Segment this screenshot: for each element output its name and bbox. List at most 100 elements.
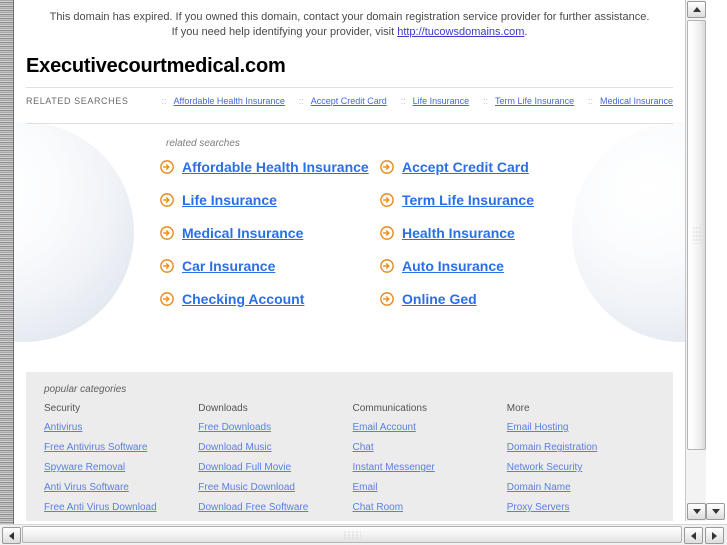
category-link[interactable]: Anti Virus Software xyxy=(44,482,198,493)
related-search-link-1[interactable]: Accept Credit Card xyxy=(402,159,529,175)
popular-categories-section: popular categories Security Antivirus Fr… xyxy=(26,372,673,521)
category-column-communications: Communications Email Account Chat Instan… xyxy=(353,403,507,513)
related-searches-grid: Affordable Health Insurance Accept Credi… xyxy=(160,159,665,307)
related-search-item[interactable]: Life Insurance xyxy=(160,192,380,208)
outer-scroll-down-button[interactable] xyxy=(706,503,725,520)
related-search-link-9[interactable]: Online Ged xyxy=(402,291,477,307)
related-search-item[interactable]: Health Insurance xyxy=(380,225,665,241)
triangle-right-icon xyxy=(712,531,717,540)
related-search-item[interactable]: Checking Account xyxy=(160,291,380,307)
scroll-down-button[interactable] xyxy=(687,503,706,520)
bar-entry: :: Medical Insurance xyxy=(581,96,673,106)
circle-arrow-right-icon xyxy=(380,160,394,174)
related-bar-link-3[interactable]: Term Life Insurance xyxy=(495,96,574,106)
related-search-item[interactable]: Car Insurance xyxy=(160,258,380,274)
triangle-down-icon xyxy=(711,509,720,514)
domain-expired-notice: This domain has expired. If you owned th… xyxy=(14,0,685,44)
bar-separator-icon: :: xyxy=(587,96,593,106)
category-column-security: Security Antivirus Free Antivirus Softwa… xyxy=(44,403,198,513)
category-link[interactable]: Free Downloads xyxy=(198,422,352,433)
circle-arrow-right-icon xyxy=(380,259,394,273)
related-search-link-8[interactable]: Checking Account xyxy=(182,291,304,307)
horizontal-scrollbar[interactable] xyxy=(0,524,727,545)
related-bar-link-0[interactable]: Affordable Health Insurance xyxy=(173,96,284,106)
category-link[interactable]: Free Anti Virus Download xyxy=(44,502,198,513)
scrollbar-grip-icon xyxy=(692,226,701,244)
category-heading: Security xyxy=(44,403,81,414)
category-link[interactable]: Antivirus xyxy=(44,422,198,433)
horizontal-scrollbar-thumb[interactable] xyxy=(22,526,682,543)
related-search-link-0[interactable]: Affordable Health Insurance xyxy=(182,159,369,175)
scroll-right-button[interactable] xyxy=(705,527,724,544)
triangle-left-icon xyxy=(9,531,14,540)
related-search-link-7[interactable]: Auto Insurance xyxy=(402,258,504,274)
scroll-left-button[interactable] xyxy=(2,527,21,544)
browser-window: This domain has expired. If you owned th… xyxy=(0,0,727,545)
category-link[interactable]: Spyware Removal xyxy=(44,462,198,473)
circle-arrow-right-icon xyxy=(380,193,394,207)
category-link[interactable]: Email xyxy=(353,482,507,493)
related-searches-bar-label: RELATED SEARCHES xyxy=(26,96,129,106)
related-searches-caption: related searches xyxy=(166,138,240,149)
category-link[interactable]: Email Account xyxy=(353,422,507,433)
circle-arrow-right-icon xyxy=(160,226,174,240)
related-search-link-3[interactable]: Term Life Insurance xyxy=(402,192,534,208)
related-searches-section: related searches Affordable Health Insur… xyxy=(14,124,685,364)
category-link[interactable]: Instant Messenger xyxy=(353,462,507,473)
circle-arrow-right-icon xyxy=(160,259,174,273)
notice-text-before: This domain has expired. If you owned th… xyxy=(49,11,650,38)
triangle-down-icon xyxy=(692,509,701,514)
category-link[interactable]: Free Antivirus Software xyxy=(44,442,198,453)
bar-entry: :: Term Life Insurance xyxy=(476,96,574,106)
tucows-domains-link[interactable]: http://tucowsdomains.com xyxy=(397,26,524,38)
category-link[interactable]: Domain Name xyxy=(507,482,661,493)
circle-arrow-right-icon xyxy=(160,160,174,174)
circle-arrow-right-icon xyxy=(380,226,394,240)
related-searches-bar-items: :: Affordable Health Insurance :: Accept C… xyxy=(154,96,673,106)
category-link[interactable]: Chat Room xyxy=(353,502,507,513)
related-search-item[interactable]: Accept Credit Card xyxy=(380,159,665,175)
page-content: This domain has expired. If you owned th… xyxy=(14,0,685,521)
category-link[interactable]: Download Free Software xyxy=(198,502,352,513)
circle-arrow-right-icon xyxy=(380,292,394,306)
category-link[interactable]: Network Security xyxy=(507,462,661,473)
vertical-scrollbar-thumb[interactable] xyxy=(687,20,706,450)
related-search-link-4[interactable]: Medical Insurance xyxy=(182,225,303,241)
bar-separator-icon: :: xyxy=(298,96,304,106)
triangle-up-icon xyxy=(692,7,701,12)
category-link[interactable]: Email Hosting xyxy=(507,422,661,433)
related-bar-link-4[interactable]: Medical Insurance xyxy=(600,96,673,106)
related-search-link-5[interactable]: Health Insurance xyxy=(402,225,515,241)
related-bar-link-2[interactable]: Life Insurance xyxy=(413,96,470,106)
category-link[interactable]: Chat xyxy=(353,442,507,453)
bar-entry: :: Affordable Health Insurance xyxy=(154,96,284,106)
related-searches-bar: RELATED SEARCHES :: Affordable Health Ins… xyxy=(14,88,685,114)
notice-text-after: . xyxy=(524,26,528,38)
category-heading: Communications xyxy=(352,403,427,414)
related-search-link-6[interactable]: Car Insurance xyxy=(182,258,275,274)
category-link[interactable]: Free Music Download xyxy=(198,482,352,493)
related-search-item[interactable]: Term Life Insurance xyxy=(380,192,665,208)
related-search-item[interactable]: Medical Insurance xyxy=(160,225,380,241)
bar-separator-icon: :: xyxy=(483,96,489,106)
popular-categories-grid: Security Antivirus Free Antivirus Softwa… xyxy=(44,403,661,513)
category-column-more: More Email Hosting Domain Registration N… xyxy=(507,403,661,513)
category-column-downloads: Downloads Free Downloads Download Music … xyxy=(198,403,352,513)
category-link[interactable]: Download Full Movie xyxy=(198,462,352,473)
related-bar-link-1[interactable]: Accept Credit Card xyxy=(311,96,387,106)
vertical-scrollbar[interactable] xyxy=(685,0,706,521)
scroll-up-button[interactable] xyxy=(687,1,706,18)
related-search-link-2[interactable]: Life Insurance xyxy=(182,192,277,208)
circle-arrow-right-icon xyxy=(160,292,174,306)
category-link[interactable]: Proxy Servers xyxy=(507,502,661,513)
related-search-item[interactable]: Affordable Health Insurance xyxy=(160,159,380,175)
popular-categories-caption: popular categories xyxy=(44,384,127,395)
related-search-item[interactable]: Online Ged xyxy=(380,291,665,307)
category-link[interactable]: Download Music xyxy=(198,442,352,453)
related-search-item[interactable]: Auto Insurance xyxy=(380,258,665,274)
circle-arrow-right-icon xyxy=(160,193,174,207)
category-link[interactable]: Domain Registration xyxy=(507,442,661,453)
scroll-left-button-outer[interactable] xyxy=(684,527,703,544)
triangle-left-icon xyxy=(691,531,696,540)
bar-separator-icon: :: xyxy=(161,96,167,106)
